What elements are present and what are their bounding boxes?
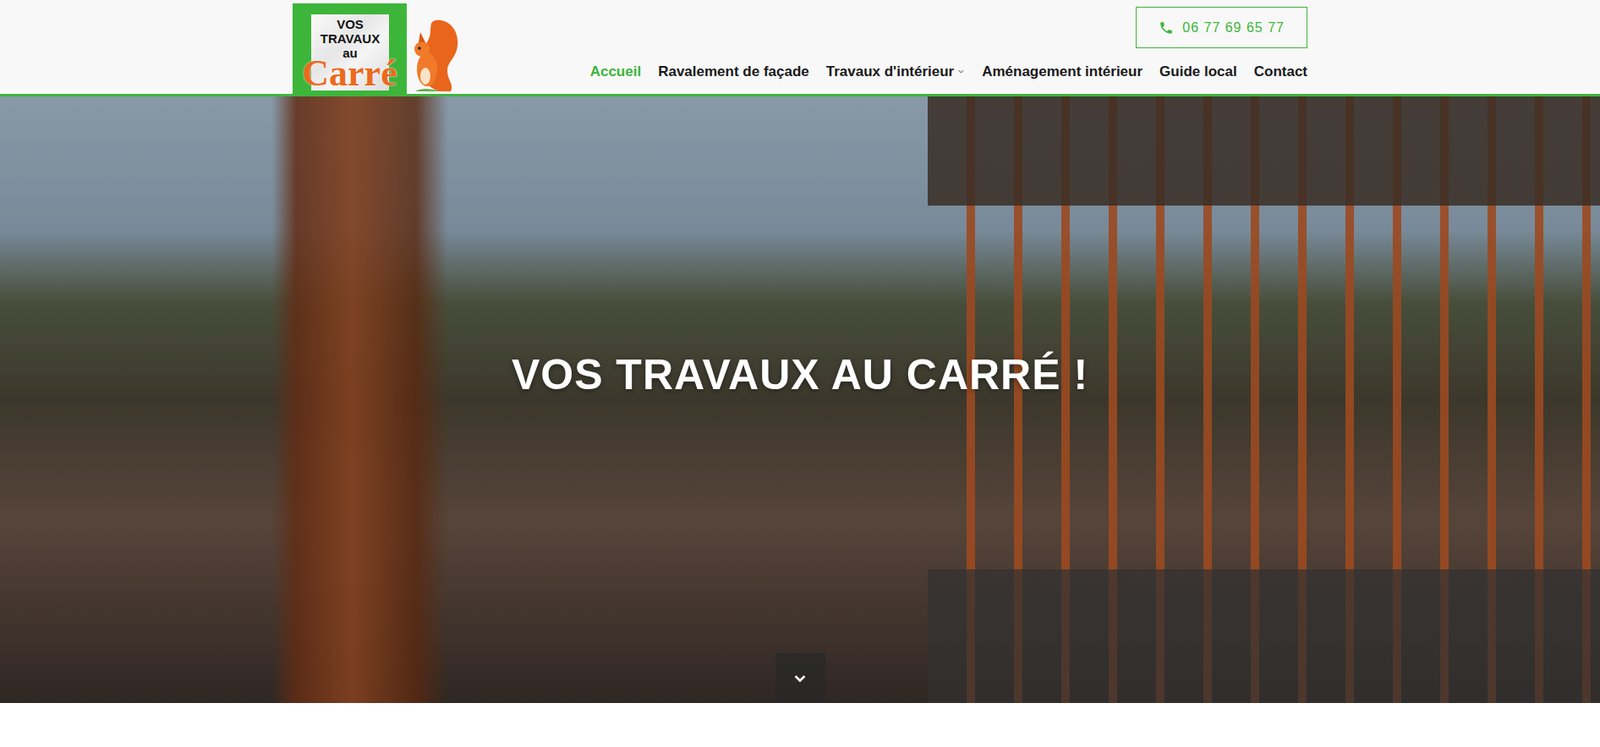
- nav-link[interactable]: Ravalement de façade: [657, 60, 810, 83]
- nav-label: Guide local: [1159, 60, 1238, 83]
- chevron-down-icon: [792, 670, 808, 686]
- hero-content: VOS TRAVAUX AU CARRÉ !: [0, 96, 1600, 703]
- nav-link[interactable]: Contact: [1254, 60, 1308, 83]
- header-right: 06 77 69 65 77 Accueil Ravalement de façad…: [590, 0, 1308, 94]
- chevron-down-icon: [957, 67, 965, 76]
- phone-number: 06 77 69 65 77: [1182, 17, 1285, 39]
- logo[interactable]: VOSTRAVAUXauCarré: [292, 0, 463, 94]
- site-header: VOSTRAVAUXauCarré 06 77 69 65 77 Accueil Ra…: [0, 0, 1600, 97]
- phone-button[interactable]: 06 77 69 65 77: [1135, 6, 1308, 49]
- nav-link[interactable]: Guide local: [1159, 60, 1238, 83]
- nav-label: Travaux d'intérieur: [826, 60, 954, 83]
- nav-link[interactable]: Accueil: [590, 60, 642, 83]
- header-container: VOSTRAVAUXauCarré 06 77 69 65 77 Accueil Ra…: [292, 0, 1308, 94]
- logo-box: VOSTRAVAUXauCarré: [292, 3, 407, 94]
- nav-link[interactable]: Aménagement intérieur: [981, 60, 1143, 83]
- hero-image: VOS TRAVAUX AU CARRÉ !: [0, 96, 1600, 703]
- nav-link[interactable]: Travaux d'intérieur: [826, 60, 965, 83]
- phone-icon: [1158, 20, 1174, 36]
- nav-label: Contact: [1254, 60, 1308, 83]
- nav-label: Aménagement intérieur: [981, 60, 1143, 83]
- squirrel-icon: [410, 16, 463, 94]
- nav-label: Accueil: [590, 60, 642, 83]
- logo-text: VOS: [311, 16, 390, 32]
- logo-title: Carré: [294, 54, 406, 93]
- hero-overlay: [0, 96, 1600, 703]
- logo-text: TRAVAUX: [311, 31, 390, 46]
- nav-label: Ravalement de façade: [657, 60, 810, 83]
- content-start: [0, 702, 1600, 747]
- hero-title: VOS TRAVAUX AU CARRÉ !: [511, 349, 1089, 400]
- scroll-down-button[interactable]: [775, 652, 826, 703]
- main-nav: Accueil Ravalement de façade Travaux d'int…: [590, 60, 1308, 83]
